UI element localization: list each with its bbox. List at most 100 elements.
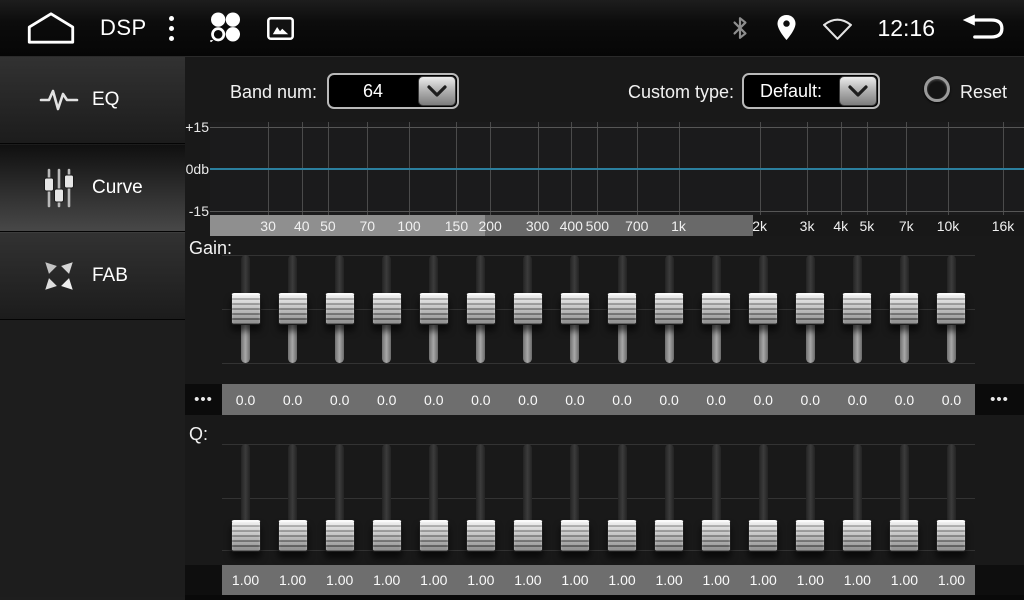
slider-knob[interactable] <box>842 293 872 325</box>
gain-slider[interactable] <box>316 253 363 377</box>
slider-knob[interactable] <box>795 293 825 325</box>
freq-tick-label: 3k <box>800 218 815 234</box>
gallery-icon[interactable] <box>266 16 295 41</box>
custom-type-value: Default: <box>744 75 838 107</box>
apps-clover-icon[interactable] <box>204 7 246 49</box>
gain-slider[interactable] <box>551 253 598 377</box>
band-num-label: Band num: <box>230 82 317 103</box>
slider-knob[interactable] <box>513 520 543 552</box>
q-value: 1.00 <box>504 572 551 588</box>
q-slider[interactable] <box>363 442 410 554</box>
slider-knob[interactable] <box>231 293 261 325</box>
q-slider[interactable] <box>693 442 740 554</box>
slider-knob[interactable] <box>654 293 684 325</box>
slider-knob[interactable] <box>607 520 637 552</box>
eq-curve-plot[interactable] <box>210 122 1024 215</box>
gain-slider[interactable] <box>928 253 975 377</box>
slider-knob[interactable] <box>654 520 684 552</box>
slider-knob[interactable] <box>372 520 402 552</box>
slider-knob[interactable] <box>278 293 308 325</box>
slider-knob[interactable] <box>607 293 637 325</box>
slider-knob[interactable] <box>325 293 355 325</box>
slider-knob[interactable] <box>748 293 778 325</box>
gain-value: 0.0 <box>410 392 457 408</box>
location-icon <box>775 14 798 42</box>
gain-more-right-button[interactable]: ••• <box>975 384 1024 415</box>
q-slider[interactable] <box>316 442 363 554</box>
curve-panel: Band num: 64 Custom type: Default: Reset… <box>185 56 1024 600</box>
freq-tick-label: 30 <box>260 218 276 234</box>
band-num-select[interactable]: 64 <box>327 73 459 109</box>
back-icon[interactable] <box>959 14 1008 43</box>
q-slider[interactable] <box>410 442 457 554</box>
slider-knob[interactable] <box>560 520 590 552</box>
slider-knob[interactable] <box>278 520 308 552</box>
freq-tick-label: 500 <box>586 218 609 234</box>
gain-slider[interactable] <box>740 253 787 377</box>
slider-knob[interactable] <box>936 293 966 325</box>
q-values: 1.001.001.001.001.001.001.001.001.001.00… <box>222 565 975 595</box>
gain-more-left-button[interactable]: ••• <box>185 384 222 415</box>
q-value: 1.00 <box>551 572 598 588</box>
slider-knob[interactable] <box>419 520 449 552</box>
gain-slider[interactable] <box>457 253 504 377</box>
sidebar-item-curve[interactable]: Curve <box>0 144 185 232</box>
gain-slider[interactable] <box>834 253 881 377</box>
gain-value: 0.0 <box>504 392 551 408</box>
gain-value: 0.0 <box>928 392 975 408</box>
slider-knob[interactable] <box>889 520 919 552</box>
q-slider[interactable] <box>504 442 551 554</box>
freq-tick-label: 1k <box>671 218 686 234</box>
slider-knob[interactable] <box>466 293 496 325</box>
q-value: 1.00 <box>881 572 928 588</box>
sidebar-item-eq[interactable]: EQ <box>0 56 185 144</box>
slider-knob[interactable] <box>795 520 825 552</box>
q-slider[interactable] <box>599 442 646 554</box>
slider-knob[interactable] <box>372 293 402 325</box>
q-slider[interactable] <box>551 442 598 554</box>
q-slider[interactable] <box>269 442 316 554</box>
q-slider[interactable] <box>881 442 928 554</box>
gain-slider[interactable] <box>222 253 269 377</box>
gain-slider[interactable] <box>410 253 457 377</box>
slider-knob[interactable] <box>231 520 261 552</box>
q-slider[interactable] <box>787 442 834 554</box>
q-slider[interactable] <box>740 442 787 554</box>
q-slider[interactable] <box>834 442 881 554</box>
slider-knob[interactable] <box>560 293 590 325</box>
q-slider[interactable] <box>928 442 975 554</box>
q-slider[interactable] <box>457 442 504 554</box>
gain-slider[interactable] <box>269 253 316 377</box>
slider-knob[interactable] <box>466 520 496 552</box>
slider-knob[interactable] <box>701 293 731 325</box>
gain-slider[interactable] <box>363 253 410 377</box>
slider-knob[interactable] <box>701 520 731 552</box>
freq-tick-label: 100 <box>397 218 420 234</box>
slider-knob[interactable] <box>889 293 919 325</box>
slider-knob[interactable] <box>748 520 778 552</box>
freq-tick-label: 150 <box>445 218 468 234</box>
gain-slider[interactable] <box>693 253 740 377</box>
gain-slider[interactable] <box>504 253 551 377</box>
gain-slider[interactable] <box>646 253 693 377</box>
custom-type-select[interactable]: Default: <box>742 73 880 109</box>
gain-slider[interactable] <box>881 253 928 377</box>
q-value: 1.00 <box>693 572 740 588</box>
q-slider[interactable] <box>222 442 269 554</box>
gain-value: 0.0 <box>316 392 363 408</box>
freq-tick-label: 7k <box>899 218 914 234</box>
overflow-menu-icon[interactable] <box>169 16 174 41</box>
sidebar-item-label: Curve <box>92 177 143 199</box>
gain-slider[interactable] <box>599 253 646 377</box>
gain-slider[interactable] <box>787 253 834 377</box>
slider-knob[interactable] <box>936 520 966 552</box>
slider-knob[interactable] <box>513 293 543 325</box>
slider-knob[interactable] <box>419 293 449 325</box>
q-slider[interactable] <box>646 442 693 554</box>
home-icon[interactable] <box>26 11 76 45</box>
slider-knob[interactable] <box>325 520 355 552</box>
slider-knob[interactable] <box>842 520 872 552</box>
freq-tick-label: 200 <box>478 218 501 234</box>
sidebar-item-fab[interactable]: FAB <box>0 232 185 320</box>
reset-radio[interactable] <box>924 76 950 102</box>
